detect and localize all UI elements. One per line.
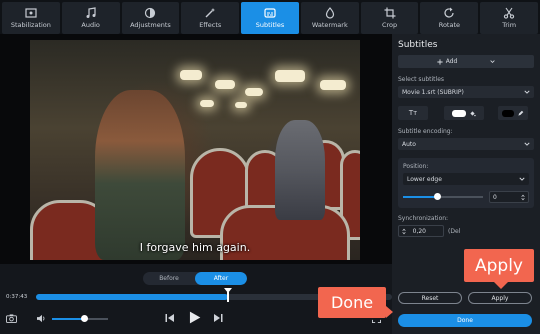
white-swatch [452, 109, 466, 117]
sync-suffix: (Del [448, 227, 461, 235]
ceiling-light [245, 88, 263, 96]
playhead[interactable] [224, 288, 233, 302]
subtitle-file-dropdown[interactable]: Movie 1.srt (SUBRIP) [398, 86, 534, 98]
magic-wand-icon [205, 8, 216, 18]
text-color-button[interactable] [444, 106, 484, 120]
spinner-arrows-icon[interactable] [521, 194, 525, 201]
top-toolbar: Stabilization Audio Adjustments Effects … [0, 0, 540, 34]
font-style-button[interactable]: Tт [398, 106, 428, 120]
scissors-icon [503, 7, 515, 19]
selected-subtitle: Movie 1.srt (SUBRIP) [402, 88, 464, 96]
chevron-down-icon [490, 60, 495, 63]
tool-effects[interactable]: Effects [181, 2, 240, 34]
ceiling-light [200, 100, 214, 107]
black-swatch [502, 109, 514, 117]
add-label: Add [445, 58, 458, 65]
position-offset-input[interactable]: 0 [489, 191, 529, 203]
ceiling-light [215, 80, 235, 89]
chevron-down-icon [524, 90, 530, 94]
passenger-in-hood [275, 120, 325, 220]
subtitles-panel: Subtitles Add Select subtitles Movie 1.s… [392, 34, 540, 334]
apply-button[interactable]: Apply [468, 292, 532, 304]
tool-label: Audio [81, 21, 100, 29]
tool-watermark[interactable]: Watermark [300, 2, 359, 34]
tool-stabilization[interactable]: Stabilization [2, 2, 60, 34]
stabilization-icon [25, 8, 37, 18]
adjustments-icon [145, 7, 156, 19]
timeline-fill [36, 294, 229, 300]
reset-button[interactable]: Reset [398, 292, 462, 304]
tool-audio[interactable]: Audio [61, 2, 120, 34]
plus-icon [437, 58, 443, 65]
position-value: Lower edge [407, 175, 442, 183]
add-subtitle-button[interactable]: Add [398, 55, 534, 68]
apply-callout: Apply [464, 249, 534, 289]
position-offset-value: 0 [493, 193, 497, 201]
sync-row: 0,20 (Del [398, 225, 534, 237]
previous-frame-icon[interactable] [165, 313, 175, 323]
encoding-dropdown[interactable]: Auto [398, 138, 534, 150]
font-style-glyph: Tт [408, 109, 418, 117]
encoding-value: Auto [402, 140, 416, 148]
video-frame: I forgave him again. [30, 40, 360, 260]
tool-label: Effects [199, 21, 222, 29]
chevron-down-icon [519, 177, 525, 181]
spinner-arrows-icon[interactable] [402, 228, 406, 235]
sync-input[interactable]: 0,20 [398, 225, 444, 237]
volume-knob[interactable] [80, 315, 88, 322]
ceiling-light [320, 80, 346, 90]
camera-icon[interactable] [6, 314, 17, 323]
tool-subtitles[interactable]: Subtitles [241, 2, 299, 34]
before-after-toggle[interactable]: Before After [143, 272, 247, 285]
done-button[interactable]: Done [398, 314, 532, 327]
done-callout: Done [318, 287, 393, 318]
tool-rotate[interactable]: Rotate [420, 2, 479, 34]
tool-label: Adjustments [130, 21, 171, 29]
watermark-icon [325, 7, 334, 19]
ceiling-light [180, 70, 202, 80]
tool-label: Crop [381, 21, 398, 29]
ceiling-light [275, 70, 305, 82]
reset-apply-row: Reset Apply [398, 292, 532, 304]
after-option[interactable]: After [195, 272, 247, 285]
position-offset-knob[interactable] [434, 193, 441, 200]
position-label: Position: [403, 163, 429, 170]
outline-color-button[interactable] [498, 106, 528, 120]
tool-adjustments[interactable]: Adjustments [121, 2, 180, 34]
woman-with-phone [95, 90, 185, 260]
sync-value: 0,20 [412, 227, 426, 235]
position-offset-row: 0 [403, 191, 529, 203]
subtitle-overlay: I forgave him again. [139, 241, 251, 254]
position-offset-slider[interactable] [403, 193, 483, 200]
crop-icon [384, 7, 396, 19]
subtitles-icon [264, 8, 276, 18]
before-option[interactable]: Before [143, 272, 195, 285]
text-style-row: Tт [398, 106, 534, 120]
music-note-icon [86, 7, 96, 18]
tool-label: Watermark [311, 21, 348, 29]
volume-slider[interactable] [52, 315, 108, 322]
paint-bucket-icon [470, 110, 476, 116]
tool-label: Rotate [438, 21, 460, 29]
video-preview-area: I forgave him again. [0, 34, 392, 264]
next-frame-icon[interactable] [213, 313, 223, 323]
pen-icon [518, 110, 524, 116]
ceiling-light [235, 102, 247, 108]
encoding-label: Subtitle encoding: [398, 128, 453, 135]
rotate-icon [444, 7, 454, 18]
chevron-down-icon [524, 142, 530, 146]
tool-crop[interactable]: Crop [360, 2, 419, 34]
tool-trim[interactable]: Trim [480, 2, 539, 34]
sync-label: Synchronization: [398, 215, 449, 222]
play-icon[interactable] [188, 311, 201, 324]
panel-title: Subtitles [398, 40, 438, 50]
position-dropdown[interactable]: Lower edge [403, 173, 529, 185]
tool-label: Stabilization [10, 21, 51, 29]
tool-label: Subtitles [255, 21, 285, 29]
tool-label: Trim [502, 21, 517, 29]
select-subtitles-label: Select subtitles [398, 76, 445, 83]
current-time: 0:37:43 [6, 294, 28, 300]
volume-icon[interactable] [36, 314, 47, 323]
position-box: Position: Lower edge 0 [398, 158, 534, 208]
